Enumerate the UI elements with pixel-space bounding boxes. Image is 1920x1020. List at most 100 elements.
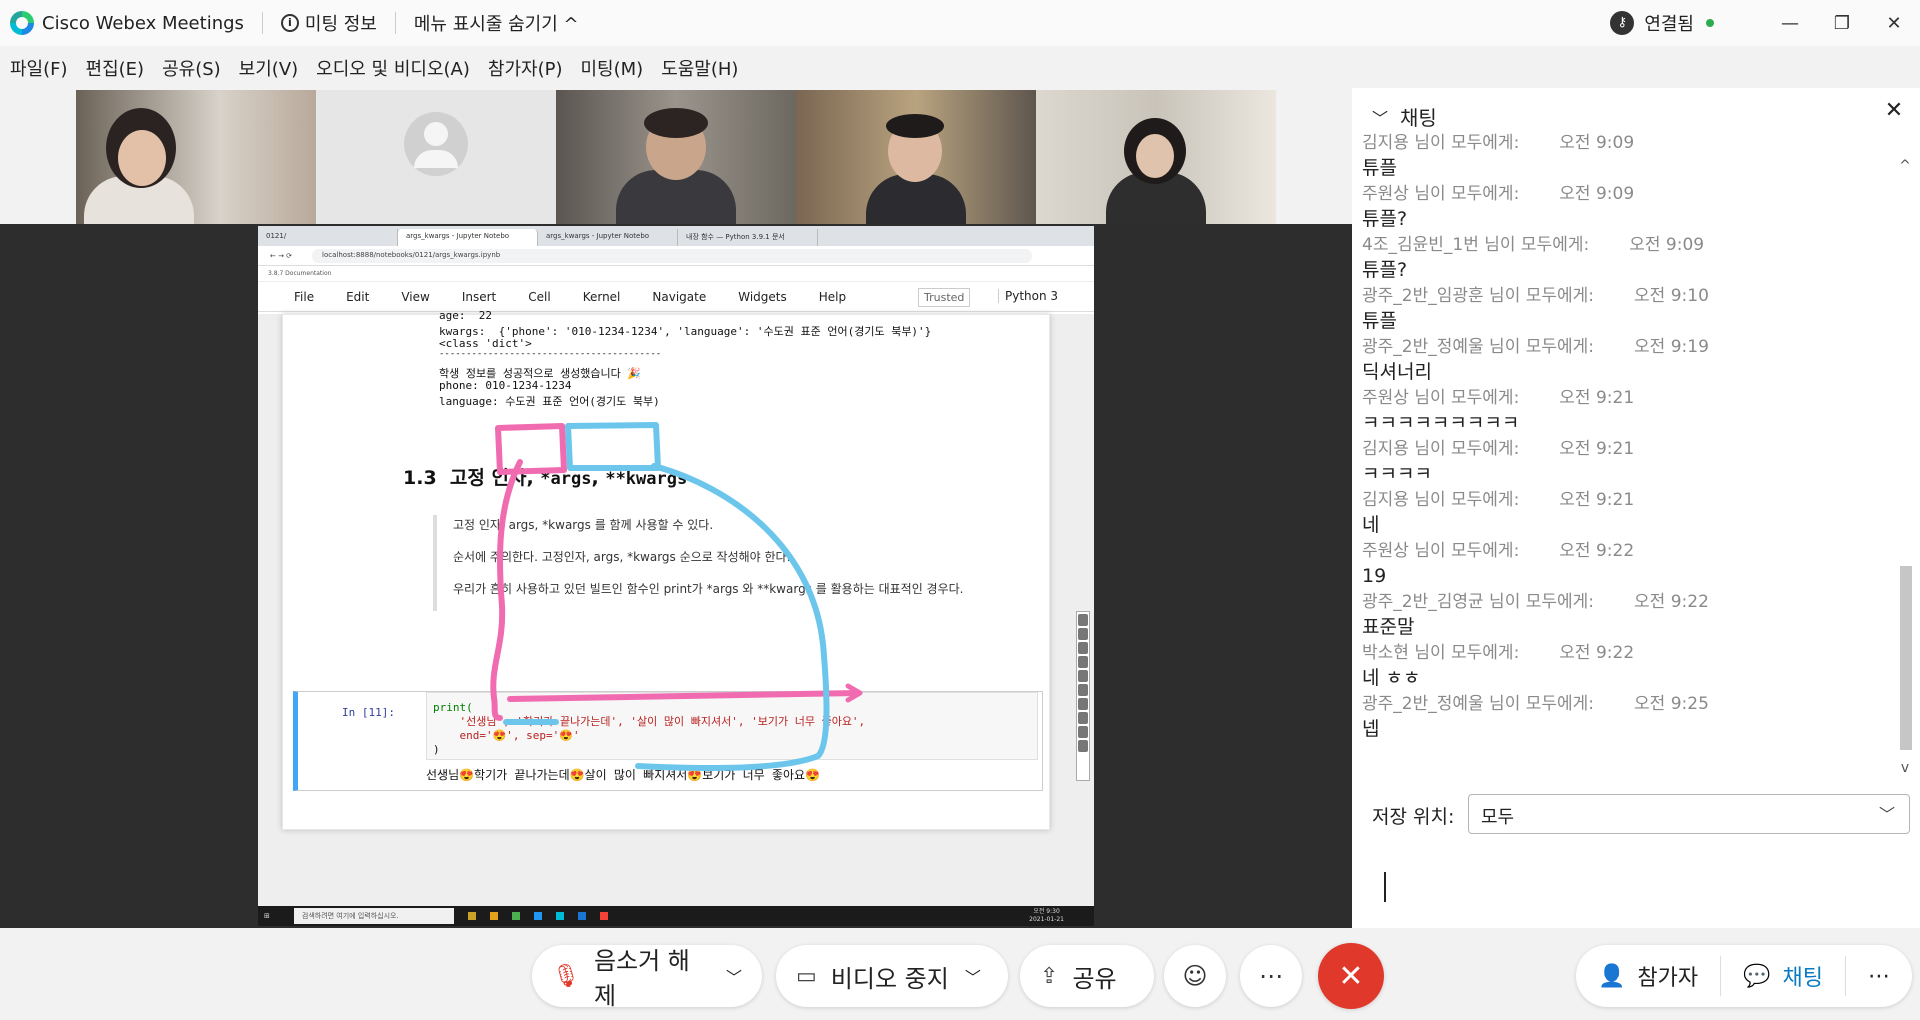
cell-code[interactable]: print( '선생님', '학기가 끝나가는데', '살이 많이 빠지셔서',… <box>426 692 1038 760</box>
taskbar-clock: 오전 9:30 2021-01-21 <box>1029 908 1064 923</box>
connection-dot <box>1706 19 1714 27</box>
meeting-info-button[interactable]: i 미팅 정보 <box>280 10 377 36</box>
taskbar-app-icon[interactable] <box>511 912 520 920</box>
message-sender: 광주_2반_정예울 님이 모두에게: 오전 9:25 <box>1362 694 1709 714</box>
scroll-down-icon[interactable]: v <box>1896 760 1914 778</box>
chevron-down-icon[interactable]: ﹀ <box>1372 105 1388 129</box>
participant-video-1[interactable] <box>76 90 316 224</box>
chat-message: 광주_2반_정예울 님이 모두에게: 오전 9:25 넵 <box>1362 691 1887 742</box>
menu-participants[interactable]: 참가자(P) <box>488 55 563 81</box>
browser-tab[interactable]: 0121/ <box>258 229 398 246</box>
nb-menu-view[interactable]: View <box>401 290 429 304</box>
browser-tab[interactable]: 내장 함수 — Python 3.9.1 문서 <box>678 229 818 246</box>
scroll-up-icon[interactable]: ^ <box>1896 158 1914 176</box>
more-dots-icon: ⋯ <box>1868 963 1890 989</box>
nb-menu-insert[interactable]: Insert <box>462 290 496 304</box>
nb-menu-file[interactable]: File <box>294 290 314 304</box>
nb-menu-help[interactable]: Help <box>819 290 846 304</box>
chat-message: 박소현 님이 모두에게: 오전 9:22 네 ㅎㅎ <box>1362 640 1887 691</box>
text-caret <box>1384 872 1386 902</box>
chat-header[interactable]: ﹀ 채팅 <box>1372 102 1437 131</box>
menu-file[interactable]: 파일(F) <box>10 55 68 81</box>
person-icon: 👤 <box>1597 963 1626 989</box>
chat-bubble-icon: 💬 <box>1743 963 1771 989</box>
shared-screen-stage: 0121/ args_kwargs - Jupyter Notebo args_… <box>0 224 1352 928</box>
menu-audio-video[interactable]: 오디오 및 비디오(A) <box>316 55 470 81</box>
participants-button[interactable]: 👤 참가자 <box>1576 945 1720 1007</box>
menu-view[interactable]: 보기(V) <box>239 55 298 81</box>
shared-screen[interactable]: 0121/ args_kwargs - Jupyter Notebo args_… <box>258 226 1094 926</box>
participant-video-3-active[interactable] <box>556 90 796 224</box>
reactions-button[interactable]: ☺ <box>1164 945 1226 1007</box>
taskbar-app-icon[interactable] <box>577 912 586 920</box>
leave-meeting-button[interactable]: ✕ <box>1318 943 1384 1009</box>
url-field[interactable]: localhost:8888/notebooks/0121/args_kwarg… <box>312 248 1033 263</box>
chat-message: 광주_2반_김영균 님이 모두에게: 오전 9:22 표준말 <box>1362 589 1887 640</box>
nb-menu-cell[interactable]: Cell <box>528 290 550 304</box>
chat-input[interactable] <box>1362 848 1910 928</box>
stop-video-button[interactable]: ▭ 비디오 중지 ﹀ <box>776 945 1008 1007</box>
message-sender: 김지용 님이 모두에게: 오전 9:09 <box>1362 133 1635 153</box>
back-icon[interactable]: ← → ⟳ <box>270 252 292 260</box>
taskbar-app-icon[interactable] <box>533 912 542 920</box>
browser-tab-current[interactable]: args_kwargs - Jupyter Notebo <box>398 229 538 246</box>
trusted-badge[interactable]: Trusted <box>918 288 971 307</box>
menu-share[interactable]: 공유(S) <box>162 55 221 81</box>
connection-status[interactable]: 연결됨 <box>1644 10 1694 36</box>
more-options-button[interactable]: ⋯ <box>1240 945 1302 1007</box>
minimize-button[interactable]: — <box>1764 0 1816 46</box>
nb-menu-kernel[interactable]: Kernel <box>583 290 621 304</box>
chat-panel: ﹀ 채팅 ✕ 김지용 님이 모두에게: 오전 9:09 튜플 주원상 님이 모두에… <box>1352 88 1920 928</box>
output-line: phone: 010-1234-1234 <box>439 379 572 392</box>
message-text: 표준말 <box>1362 616 1415 638</box>
chevron-down-icon[interactable]: ﹀ <box>965 964 981 988</box>
participant-avatar-2[interactable] <box>316 90 556 224</box>
chat-scrollbar[interactable]: ^ v <box>1896 158 1914 778</box>
nb-menu-widgets[interactable]: Widgets <box>738 290 787 304</box>
menu-help[interactable]: 도움말(H) <box>661 55 738 81</box>
chat-button[interactable]: 💬 채팅 <box>1721 945 1845 1007</box>
chat-title: 채팅 <box>1400 106 1437 130</box>
bookmark-bar: 3.8.7 Documentation <box>258 266 1094 282</box>
taskbar-app-icon[interactable] <box>555 912 564 920</box>
menu-edit[interactable]: 편집(E) <box>86 55 145 81</box>
restore-button[interactable]: ❐ <box>1816 0 1868 46</box>
chevron-down-icon: ﹀ <box>1878 805 1895 824</box>
close-window-button[interactable]: ✕ <box>1868 0 1920 46</box>
bookmark-item[interactable]: 3.8.7 Documentation <box>268 270 331 277</box>
menu-bar: 파일(F) 편집(E) 공유(S) 보기(V) 오디오 및 비디오(A) 참가자… <box>0 48 746 88</box>
more-panels-button[interactable]: ⋯ <box>1846 945 1912 1007</box>
browser-tab[interactable]: args_kwargs - Jupyter Notebo <box>538 229 678 246</box>
nb-menu-edit[interactable]: Edit <box>346 290 369 304</box>
panel-toggle-group: 👤 참가자 💬 채팅 ⋯ <box>1575 945 1912 1007</box>
annotation-toolbar[interactable] <box>1076 611 1090 781</box>
taskbar-app-icon[interactable] <box>467 912 476 920</box>
taskbar-app-icon[interactable] <box>599 912 608 920</box>
message-text: 넵 <box>1362 718 1380 740</box>
share-button[interactable]: ⇪ 공유 <box>1020 945 1154 1007</box>
close-icon: ✕ <box>1338 958 1364 994</box>
message-text: 튜플? <box>1362 208 1408 230</box>
code-cell[interactable]: In [11]: print( '선생님', '학기가 끝나가는데', '살이 … <box>293 691 1043 791</box>
chat-message: 광주_2반_임광훈 님이 모두에게: 오전 9:10 튜플 <box>1362 283 1887 334</box>
chevron-down-icon[interactable]: ﹀ <box>726 964 742 988</box>
notebook-page: age: 22 kwargs: {'phone': '010-1234-1234… <box>282 309 1050 830</box>
participant-video-4[interactable] <box>796 90 1036 224</box>
message-text: 19 <box>1362 565 1387 587</box>
scrollbar-thumb[interactable] <box>1900 566 1912 750</box>
menu-meeting[interactable]: 미팅(M) <box>580 55 643 81</box>
chat-message: 김지용 님이 모두에게: 오전 9:09 튜플 <box>1362 130 1887 181</box>
participant-video-5[interactable] <box>1036 90 1276 224</box>
windows-start-icon[interactable]: ⊞ <box>264 912 270 920</box>
message-sender: 광주_2반_김영균 님이 모두에게: 오전 9:22 <box>1362 592 1709 612</box>
nb-menu-navigate[interactable]: Navigate <box>652 290 706 304</box>
message-sender: 4조_김윤빈_1번 님이 모두에게: 오전 9:09 <box>1362 235 1705 255</box>
menu-toggle-button[interactable]: 메뉴 표시줄 숨기기 ^ <box>414 10 579 36</box>
save-location-select[interactable]: 모두 ﹀ <box>1468 794 1910 834</box>
unmute-button[interactable]: 🎙 음소거 해제 ﹀ <box>532 945 762 1010</box>
message-text: 튜플 <box>1362 310 1397 332</box>
close-icon[interactable]: ✕ <box>1880 98 1908 126</box>
taskbar-app-icon[interactable] <box>489 912 498 920</box>
taskbar-search[interactable]: 검색하려면 여기에 입력하십시오. <box>293 908 454 924</box>
app-title: Cisco Webex Meetings <box>42 12 244 34</box>
